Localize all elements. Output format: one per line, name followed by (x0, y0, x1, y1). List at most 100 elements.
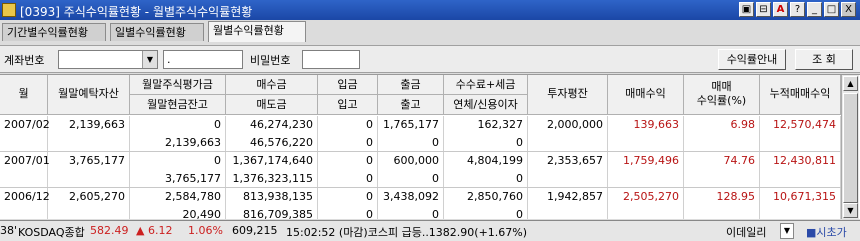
account-select[interactable]: ▼ (58, 50, 158, 69)
chevron-down-icon[interactable]: ▼ (142, 51, 157, 68)
header-cum: 누적매매수익 (760, 75, 841, 115)
cell-buy: 813,938,135 (226, 188, 318, 206)
cell-in: 0 (318, 152, 378, 170)
tab-daily-return[interactable]: 일별수익률현황 (110, 23, 204, 41)
cell-cum: 10,671,315 (760, 188, 841, 206)
scroll-thumb[interactable] (843, 93, 858, 203)
cell-rate: 128.95 (684, 188, 760, 206)
header-avg: 투자평잔 (528, 75, 608, 115)
tab-bar: 기간별수익률현황 일별수익률현황 월별수익률현황 (0, 21, 860, 43)
cell-profit: 1,759,496 (608, 152, 684, 170)
cell-profit: 139,663 (608, 116, 684, 134)
cell-cash: 20,490 (130, 206, 226, 219)
password-label: 비밀번호 (250, 54, 291, 67)
cell-empty (684, 170, 760, 188)
vertical-scrollbar[interactable]: ▲ ▼ (841, 75, 859, 219)
header-rate-bottom: 수익률(%) (696, 94, 747, 107)
cell-eval: 2,584,780 (130, 188, 226, 206)
cell-out2: 0 (378, 170, 444, 188)
cell-rate: 74.76 (684, 152, 760, 170)
status-stub: 38' (0, 224, 18, 237)
cell-deposit: 2,605,270 (48, 188, 130, 206)
cell-in: 0 (318, 116, 378, 134)
source-dropdown-icon[interactable]: ▼ (780, 223, 794, 239)
header-month: 월 (0, 75, 48, 115)
cell-empty (684, 134, 760, 152)
index-change-pct: 1.06% (188, 224, 223, 237)
cell-cash: 3,765,177 (130, 170, 226, 188)
account-suffix-field[interactable]: . (163, 50, 243, 69)
font-icon[interactable]: A (773, 2, 788, 17)
account-label: 계좌번호 (4, 54, 45, 67)
cell-in2: 0 (318, 206, 378, 219)
cell-sell: 46,576,220 (226, 134, 318, 152)
query-button[interactable]: 조 회 (795, 49, 853, 70)
cell-avg: 2,353,657 (528, 152, 608, 170)
scroll-up-icon[interactable]: ▲ (843, 76, 858, 91)
cell-sell: 1,376,323,115 (226, 170, 318, 188)
header-buy: 매수금 (226, 75, 318, 95)
tab-period-return[interactable]: 기간별수익률현황 (2, 23, 106, 41)
header-out: 출금 (378, 75, 444, 95)
cell-eval: 0 (130, 152, 226, 170)
cell-out: 3,438,092 (378, 188, 444, 206)
header-in-stock: 입고 (318, 95, 378, 115)
cell-in2: 0 (318, 134, 378, 152)
cell-cum: 12,430,811 (760, 152, 841, 170)
title-bar: [0393] 주식수익률현황 - 월별주식수익률현황 ▣ ⊟ A ? _ □ X (0, 0, 860, 20)
minimize-button[interactable]: _ (807, 2, 822, 17)
cell-empty (528, 206, 608, 219)
cell-empty (528, 170, 608, 188)
cell-buy: 46,274,230 (226, 116, 318, 134)
ticker-stub[interactable]: ■시초가 (806, 224, 847, 240)
window-title: [0393] 주식수익률현황 - 월별주식수익률현황 (20, 5, 253, 19)
app-icon (2, 3, 16, 17)
status-bar: 38' KOSDAQ종합 582.49 ▲ 6.12 1.06% 609,215… (0, 220, 860, 241)
tab-monthly-return[interactable]: 월별수익률현황 (208, 21, 306, 42)
news-ticker[interactable]: 15:02:52 (마감)코스피 급등..1382.90(+1.67%) (286, 224, 527, 240)
cell-fee: 4,804,199 (444, 152, 528, 170)
header-in: 입금 (318, 75, 378, 95)
news-source: 이데일리 (726, 226, 767, 239)
cell-fee: 162,327 (444, 116, 528, 134)
header-profit: 매매수익 (608, 75, 684, 115)
cell-empty (608, 206, 684, 219)
cell-fee: 2,850,760 (444, 188, 528, 206)
cell-empty (608, 170, 684, 188)
cell-empty (48, 206, 130, 219)
header-deposit: 월말예탁자산 (48, 75, 130, 115)
return-guide-button[interactable]: 수익률안내 (718, 49, 786, 70)
cell-rate: 6.98 (684, 116, 760, 134)
header-cash: 월말현금잔고 (130, 95, 226, 115)
scroll-down-icon[interactable]: ▼ (843, 203, 858, 218)
index-name: KOSDAQ종합 (18, 226, 85, 239)
screen-icon[interactable]: ⊟ (756, 2, 771, 17)
cell-cash: 2,139,663 (130, 134, 226, 152)
window-controls: ▣ ⊟ A ? _ □ X (739, 2, 856, 17)
cell-empty (0, 134, 48, 152)
cell-in: 0 (318, 188, 378, 206)
search-bar: 계좌번호 ▼ . 비밀번호 수익률안내 조 회 (0, 45, 860, 73)
cell-month: 2007/01 (0, 152, 50, 170)
cell-cum: 12,570,474 (760, 116, 841, 134)
index-value: 582.49 (90, 224, 129, 237)
cell-month: 2006/12 (0, 188, 50, 206)
monthly-return-table: 월 월말예탁자산 월말주식평가금 월말현금잔고 매수금 매도금 입금 입고 출금… (0, 74, 860, 219)
cell-empty (760, 134, 841, 152)
help-icon[interactable]: ? (790, 2, 805, 17)
cell-empty (684, 206, 760, 219)
link-icon[interactable]: ▣ (739, 2, 754, 17)
header-sell: 매도금 (226, 95, 318, 115)
cell-eval: 0 (130, 116, 226, 134)
index-volume: 609,215 (232, 224, 278, 237)
cell-sell: 816,709,385 (226, 206, 318, 219)
close-button[interactable]: X (841, 2, 856, 17)
cell-interest: 0 (444, 206, 528, 219)
cell-empty (48, 170, 130, 188)
cell-out: 600,000 (378, 152, 444, 170)
maximize-button[interactable]: □ (824, 2, 839, 17)
password-field[interactable] (302, 50, 360, 69)
header-rate: 매매 수익률(%) (684, 75, 760, 115)
cell-in2: 0 (318, 170, 378, 188)
cell-empty (0, 206, 48, 219)
